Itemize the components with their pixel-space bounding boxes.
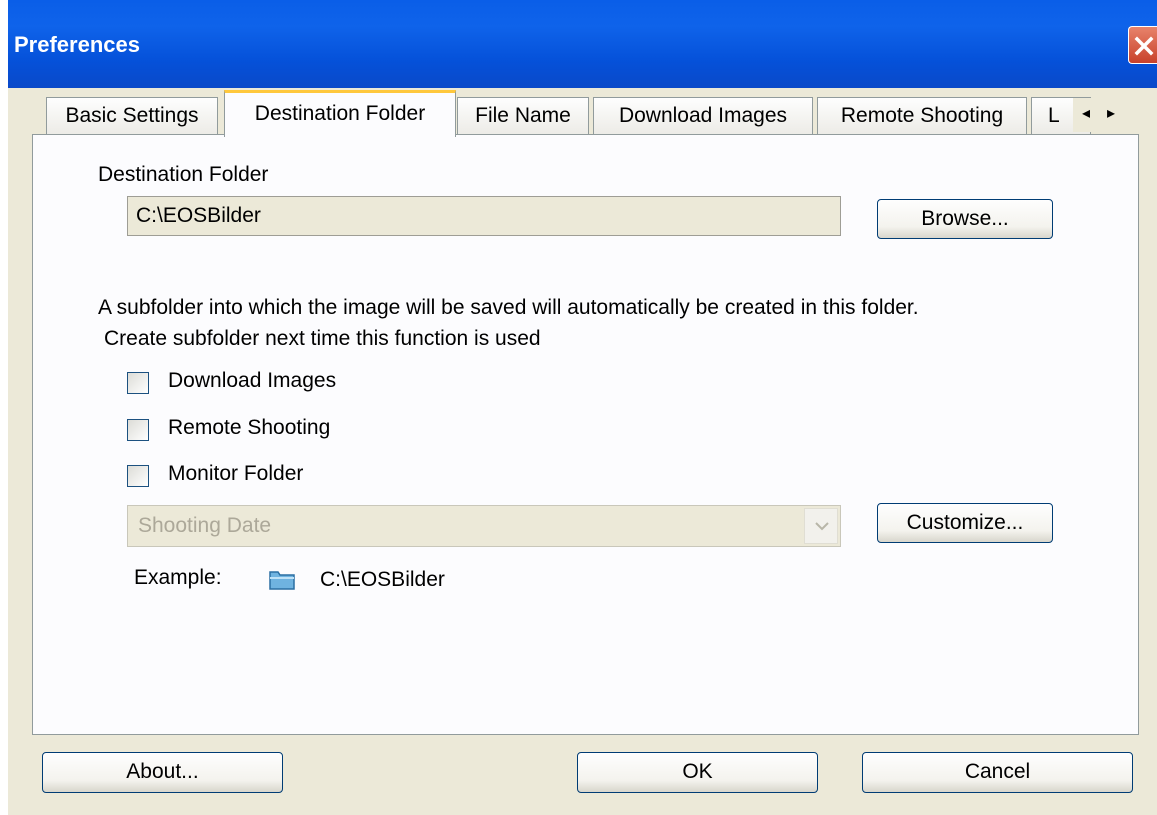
- arrow-right-icon[interactable]: ▸: [1107, 103, 1115, 123]
- window-title: Preferences: [14, 32, 140, 57]
- tab-label: Destination Folder: [254, 102, 426, 125]
- download-images-checkbox[interactable]: [127, 372, 149, 394]
- tab-destination-folder[interactable]: Destination Folder: [224, 90, 456, 137]
- subfolder-format-value: Shooting Date: [138, 514, 272, 537]
- create-subfolder-label: Create subfolder next time this function…: [104, 327, 541, 350]
- cancel-button-label: Cancel: [964, 760, 1031, 783]
- remote-shooting-checkbox[interactable]: [127, 419, 149, 441]
- arrow-left-icon[interactable]: ◂: [1082, 103, 1090, 123]
- download-images-option[interactable]: Download Images: [127, 369, 427, 397]
- tab-scroll-control: ◂ ▸: [1073, 98, 1131, 132]
- subfolder-format-select[interactable]: Shooting Date: [127, 505, 841, 547]
- customize-button[interactable]: Customize...: [877, 503, 1053, 543]
- remote-shooting-option[interactable]: Remote Shooting: [127, 416, 427, 444]
- about-button-label: About...: [126, 760, 199, 783]
- customize-button-label: Customize...: [906, 511, 1024, 534]
- subfolder-description: A subfolder into which the image will be…: [98, 296, 919, 319]
- close-icon: [1134, 36, 1154, 56]
- monitor-folder-option[interactable]: Monitor Folder: [127, 462, 427, 490]
- tab-basic-settings[interactable]: Basic Settings: [46, 97, 218, 135]
- tab-label: File Name: [475, 104, 571, 127]
- tab-download-images[interactable]: Download Images: [593, 97, 813, 135]
- dropdown-button[interactable]: [804, 508, 838, 544]
- cancel-button[interactable]: Cancel: [862, 752, 1133, 793]
- destination-folder-label: Destination Folder: [98, 163, 269, 186]
- remote-shooting-checkbox-label: Remote Shooting: [168, 416, 331, 439]
- tab-remote-shooting[interactable]: Remote Shooting: [817, 97, 1027, 135]
- download-images-checkbox-label: Download Images: [168, 369, 337, 392]
- browse-button[interactable]: Browse...: [877, 199, 1053, 239]
- ok-button[interactable]: OK: [577, 752, 818, 793]
- ok-button-label: OK: [682, 760, 713, 783]
- tab-file-name[interactable]: File Name: [457, 97, 589, 135]
- chevron-down-icon: [815, 522, 829, 531]
- monitor-folder-checkbox[interactable]: [127, 465, 149, 487]
- tab-label: Basic Settings: [65, 104, 199, 127]
- tab-label: Remote Shooting: [840, 104, 1004, 127]
- monitor-folder-checkbox-label: Monitor Folder: [168, 462, 304, 485]
- destination-path-field[interactable]: C:\EOSBilder: [127, 196, 841, 236]
- close-button[interactable]: [1128, 26, 1157, 64]
- destination-path-value: C:\EOSBilder: [136, 204, 261, 227]
- example-label: Example:: [134, 566, 222, 589]
- tab-label: Download Images: [618, 104, 788, 127]
- folder-icon: [269, 571, 295, 590]
- about-button[interactable]: About...: [42, 752, 283, 793]
- browse-button-label: Browse...: [921, 207, 1009, 230]
- example-path: C:\EOSBilder: [320, 568, 445, 591]
- tab-label: L: [1048, 104, 1060, 127]
- title-bar[interactable]: Preferences: [8, 0, 1157, 88]
